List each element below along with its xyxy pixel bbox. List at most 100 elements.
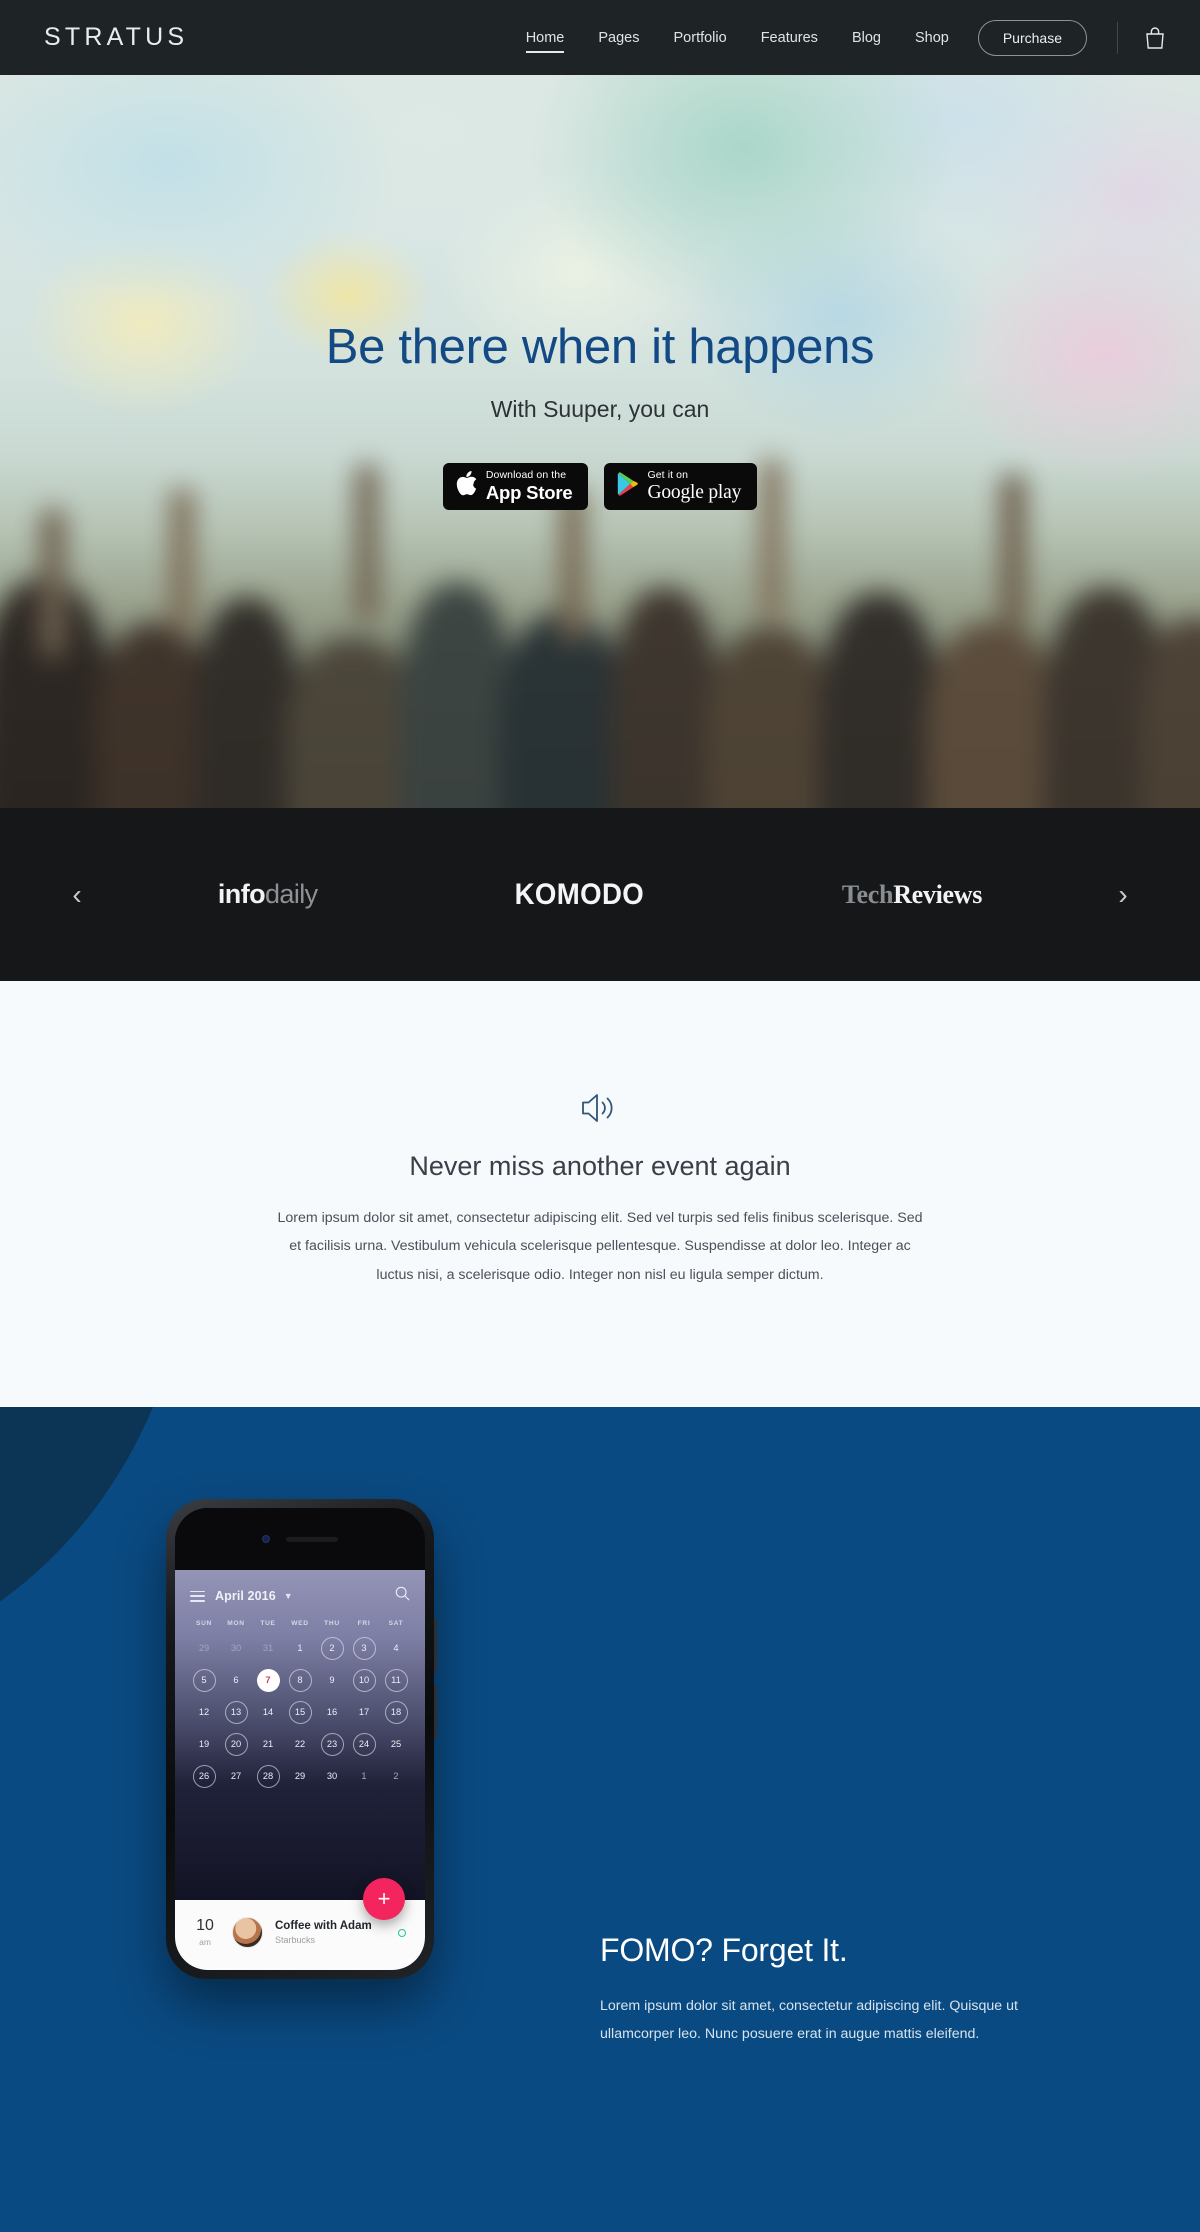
calendar-day-label: 24 <box>352 1732 376 1756</box>
calendar-day-2[interactable]: 2 <box>316 1633 348 1663</box>
calendar-day-25[interactable]: 25 <box>380 1729 412 1759</box>
nav-item-home[interactable]: Home <box>509 24 582 53</box>
chevron-down-icon[interactable]: ▼ <box>284 1591 293 1601</box>
nav-item-portfolio[interactable]: Portfolio <box>657 24 744 52</box>
calendar-day-18[interactable]: 18 <box>380 1697 412 1727</box>
logo-list: infodaily KOMODO TechReviews <box>92 878 1108 912</box>
calendar-day-13[interactable]: 13 <box>220 1697 252 1727</box>
nav-item-features[interactable]: Features <box>744 24 835 52</box>
google-play-big-label: Google play <box>647 482 742 504</box>
calendar-day-label: 3 <box>352 1636 376 1660</box>
calendar-day-16[interactable]: 16 <box>316 1697 348 1727</box>
logo-techreviews[interactable]: TechReviews <box>842 880 982 910</box>
logo-infodaily[interactable]: infodaily <box>218 879 318 910</box>
calendar-spacer <box>188 1793 412 1823</box>
plus-icon[interactable]: + <box>363 1878 405 1921</box>
calendar-day-22[interactable]: 22 <box>284 1729 316 1759</box>
weekday-wed: WED <box>291 1620 309 1628</box>
calendar-day-label: 8 <box>288 1668 312 1692</box>
calendar-day-27[interactable]: 27 <box>220 1761 252 1791</box>
weekday-thu: THU <box>324 1620 340 1628</box>
hero-content: Be there when it happens With Suuper, yo… <box>0 75 1200 510</box>
calendar-day-label: 29 <box>294 1771 306 1782</box>
calendar-day-label: 5 <box>192 1668 216 1692</box>
calendar-day-12[interactable]: 12 <box>188 1697 220 1727</box>
calendar-day-30[interactable]: 30 <box>316 1761 348 1791</box>
calendar-day-24[interactable]: 24 <box>348 1729 380 1759</box>
calendar-header: April 2016 ▼ <box>188 1584 412 1620</box>
calendar-day-5[interactable]: 5 <box>188 1665 220 1695</box>
event-hour: 10 <box>196 1917 214 1935</box>
calendar-day-31[interactable]: 31 <box>252 1633 284 1663</box>
calendar-day-9[interactable]: 9 <box>316 1665 348 1695</box>
speaker-volume-icon <box>0 1091 1200 1125</box>
calendar-day-28[interactable]: 28 <box>252 1761 284 1791</box>
calendar-day-label: 17 <box>358 1707 370 1718</box>
promo-copy-column: FOMO? Forget It. Lorem ipsum dolor sit a… <box>600 1407 1200 2048</box>
phone-screen: April 2016 ▼ SUN MON TUE WED THU FRI SAT… <box>175 1508 425 1971</box>
calendar-day-8[interactable]: 8 <box>284 1665 316 1695</box>
calendar-day-30[interactable]: 30 <box>220 1633 252 1663</box>
hero-crowd-silhouettes <box>0 458 1200 808</box>
calendar-day-4[interactable]: 4 <box>380 1633 412 1663</box>
calendar-month-label[interactable]: April 2016 <box>215 1589 276 1603</box>
event-title: Coffee with Adam <box>275 1920 372 1933</box>
app-store-button[interactable]: Download on the App Store <box>442 462 589 510</box>
weekday-fri: FRI <box>357 1620 371 1628</box>
brand-logo[interactable]: STRATUS <box>44 23 188 52</box>
calendar-day-21[interactable]: 21 <box>252 1729 284 1759</box>
weekday-tue: TUE <box>260 1620 276 1628</box>
weekday-mon: MON <box>227 1620 245 1628</box>
calendar-day-label: 26 <box>192 1764 216 1788</box>
calendar-day-label: 2 <box>320 1636 344 1660</box>
nav-item-shop[interactable]: Shop <box>898 24 966 52</box>
calendar-day-20[interactable]: 20 <box>220 1729 252 1759</box>
weekday-sun: SUN <box>195 1620 213 1628</box>
feature-title: Never miss another event again <box>409 1151 791 1181</box>
calendar-day-10[interactable]: 10 <box>348 1665 380 1695</box>
search-icon[interactable] <box>395 1586 410 1606</box>
nav-item-blog[interactable]: Blog <box>835 24 898 52</box>
calendar-day-19[interactable]: 19 <box>188 1729 220 1759</box>
calendar-day-label: 1 <box>297 1643 303 1654</box>
calendar-day-14[interactable]: 14 <box>252 1697 284 1727</box>
calendar-weekday-row: SUN MON TUE WED THU FRI SAT <box>188 1620 412 1627</box>
calendar-day-11[interactable]: 11 <box>380 1665 412 1695</box>
avatar <box>232 1917 263 1949</box>
calendar-day-label: 20 <box>224 1732 248 1756</box>
chevron-left-icon[interactable]: ‹ <box>62 880 92 909</box>
calendar-day-label: 12 <box>198 1707 210 1718</box>
logo-infodaily-light: daily <box>264 879 318 909</box>
chevron-right-icon[interactable]: › <box>1108 880 1138 909</box>
calendar-day-2[interactable]: 2 <box>380 1761 412 1791</box>
hamburger-menu-icon[interactable] <box>190 1590 205 1602</box>
phone-camera-icon <box>262 1535 270 1544</box>
calendar-week-row: 5 6 7 8 9 10 11 <box>188 1665 412 1695</box>
logo-komodo[interactable]: KOMODO <box>515 878 644 912</box>
app-store-label: Download on the App Store <box>486 470 573 502</box>
calendar-day-17[interactable]: 17 <box>348 1697 380 1727</box>
calendar-week-row: 26 27 28 29 30 1 2 <box>188 1761 412 1791</box>
calendar-day-29[interactable]: 29 <box>284 1761 316 1791</box>
calendar-day-26[interactable]: 26 <box>188 1761 220 1791</box>
calendar-day-7[interactable]: 7 <box>252 1665 284 1695</box>
client-logo-carousel: ‹ infodaily KOMODO TechReviews › <box>0 808 1200 981</box>
purchase-button[interactable]: Purchase <box>977 19 1087 56</box>
calendar-day-1[interactable]: 1 <box>348 1761 380 1791</box>
calendar-day-23[interactable]: 23 <box>316 1729 348 1759</box>
promo-title: FOMO? Forget It. <box>600 1932 848 1969</box>
calendar-day-3[interactable]: 3 <box>348 1633 380 1663</box>
calendar-day-1[interactable]: 1 <box>284 1633 316 1663</box>
logo-techreviews-white: Reviews <box>893 879 983 909</box>
nav-item-pages[interactable]: Pages <box>581 24 656 52</box>
calendar-day-label: 10 <box>352 1668 376 1692</box>
list-item[interactable]: 10 am Coffee with Adam Starbucks <box>190 1917 410 1949</box>
calendar-day-6[interactable]: 6 <box>220 1665 252 1695</box>
feature-section: Never miss another event again Lorem ips… <box>0 981 1200 1408</box>
shopping-bag-icon[interactable] <box>1144 26 1166 50</box>
calendar-day-29[interactable]: 29 <box>188 1633 220 1663</box>
apple-icon <box>456 471 477 501</box>
calendar-day-15[interactable]: 15 <box>284 1697 316 1727</box>
google-play-button[interactable]: Get it on Google play <box>604 462 758 510</box>
calendar-app: April 2016 ▼ SUN MON TUE WED THU FRI SAT… <box>175 1570 425 1921</box>
